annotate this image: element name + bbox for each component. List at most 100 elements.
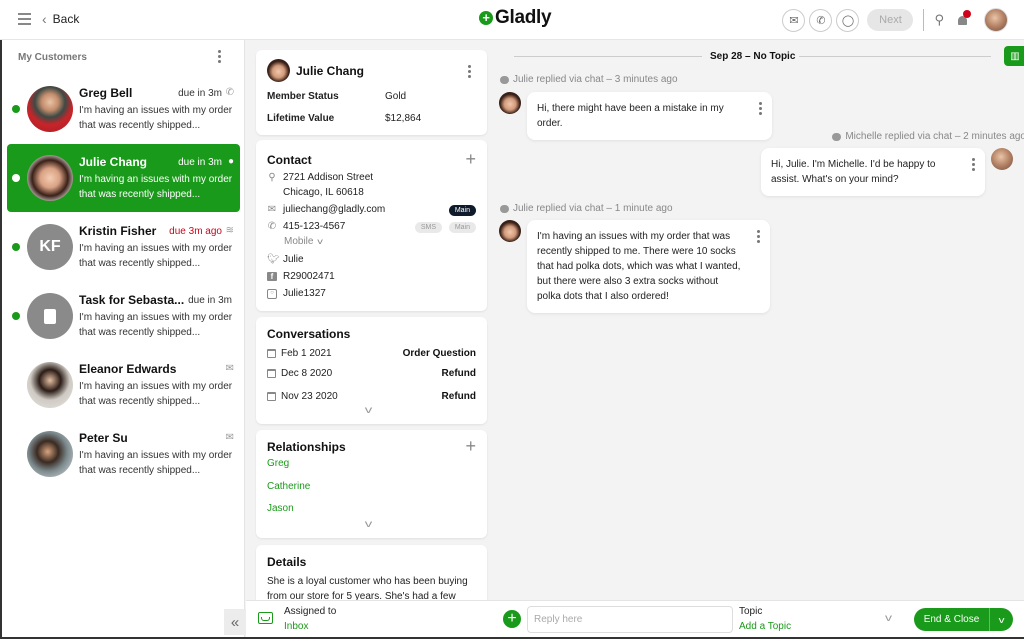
relationship-link[interactable]: Jason <box>267 503 294 514</box>
knowledge-base-icon[interactable]: ▥ <box>1004 46 1024 66</box>
end-close-dropdown-icon[interactable]: v <box>987 608 1013 631</box>
relationship-link[interactable]: Greg <box>267 458 289 469</box>
customer-list-item[interactable]: Peter Su ✉ I'm having an issues with my or… <box>7 420 240 488</box>
search-icon[interactable]: ⚲ <box>934 12 944 28</box>
conversations-title: Conversations <box>267 327 351 341</box>
header-divider <box>923 9 925 31</box>
expand-relationships-icon[interactable]: v <box>365 519 373 530</box>
end-close-label[interactable]: End & Close <box>914 608 990 631</box>
chat-icon[interactable]: ◯ <box>836 8 860 32</box>
phone-type-dropdown[interactable]: Mobile v <box>284 236 476 247</box>
conversations-card: Conversations Feb 1 2021 Order Question De… <box>256 317 487 424</box>
conversation-date[interactable]: Nov 23 2020 <box>267 391 338 402</box>
message-meta: Julie replied via chat – 1 minute ago <box>500 203 673 214</box>
menu-icon[interactable] <box>18 13 31 25</box>
bell-icon[interactable] <box>956 10 971 27</box>
relationships-title: Relationships <box>267 440 346 454</box>
notification-badge <box>963 10 971 18</box>
message-more-icon[interactable] <box>972 158 975 171</box>
customer-list-sidebar: My Customers Greg Bell due in 3m ✆ I'm havi… <box>2 40 246 637</box>
details-card: Details She is a loyal customer who has … <box>256 545 487 600</box>
add-attachment-button[interactable]: + <box>503 610 521 628</box>
address-line1: 2721 Addison Street <box>283 172 374 183</box>
end-close-button[interactable]: End & Close v <box>914 608 1013 631</box>
chevron-left-icon: ‹ <box>42 11 47 27</box>
customer-avatar <box>27 293 73 339</box>
message-text: Hi, there might have been a mistake in m… <box>537 103 724 129</box>
logo-plus-icon: + <box>479 11 493 25</box>
message-preview: I'm having an issues with my order that … <box>79 381 233 407</box>
add-contact-icon[interactable]: + <box>465 150 476 168</box>
assigned-inbox-link[interactable]: Inbox <box>284 621 308 632</box>
message-more-icon[interactable] <box>759 102 762 115</box>
phone-icon: ✆ <box>225 87 234 98</box>
conversation-topic[interactable]: Refund <box>442 391 476 402</box>
message-bubble: I'm having an issues with my order that … <box>527 220 770 313</box>
sidebar-title: My Customers <box>18 52 87 63</box>
customer-list-item[interactable]: KF Kristin Fisher due 3m ago ≋ I'm having an… <box>7 213 240 281</box>
relationship-link[interactable]: Catherine <box>267 481 310 492</box>
chat-bubble-icon <box>500 75 509 84</box>
date-divider-line <box>514 56 702 57</box>
customer-name: Task for Sebasta... <box>79 293 185 307</box>
customer-avatar <box>27 155 73 201</box>
member-status-value: Gold <box>385 91 407 102</box>
chat-bubble-icon <box>500 204 509 213</box>
instagram-handle[interactable]: Julie1327 <box>283 288 326 299</box>
message-more-icon[interactable] <box>757 230 760 243</box>
profile-more-icon[interactable] <box>468 65 471 78</box>
online-indicator <box>12 174 20 182</box>
back-button[interactable]: ‹ Back <box>42 12 79 26</box>
customer-list-item[interactable]: Eleanor Edwards ✉ I'm having an issues wit… <box>7 351 240 419</box>
due-time: due in 3m <box>188 295 232 306</box>
calendar-icon <box>267 392 276 401</box>
phone-icon[interactable]: ✆ <box>809 8 833 32</box>
customer-list-item[interactable]: Task for Sebasta... due in 3m I'm having a… <box>7 282 240 350</box>
email-icon[interactable]: ✉ <box>782 8 806 32</box>
conversation-topic[interactable]: Refund <box>442 368 476 379</box>
online-indicator <box>12 312 20 320</box>
facebook-id[interactable]: R29002471 <box>283 271 335 282</box>
calendar-icon <box>267 369 276 378</box>
date-divider-label: Sep 28 – No Topic <box>710 51 796 62</box>
customer-avatar <box>27 362 73 408</box>
reply-input[interactable] <box>527 606 733 633</box>
more-options-icon[interactable] <box>218 50 222 63</box>
twitter-handle[interactable]: Julie <box>283 254 304 265</box>
conversation-date[interactable]: Dec 8 2020 <box>267 368 332 379</box>
collapse-sidebar-button[interactable]: « <box>224 609 246 635</box>
phone-type-value: Mobile <box>284 236 314 247</box>
profile-avatar <box>267 59 290 82</box>
add-relationship-icon[interactable]: + <box>465 437 476 455</box>
customer-list-item[interactable]: Greg Bell due in 3m ✆ I'm having an issues … <box>7 75 240 143</box>
chat-icon: ● <box>227 156 234 167</box>
sms-icon: ≋ <box>225 225 234 236</box>
expand-conversations-icon[interactable]: v <box>365 405 373 416</box>
conversation-date[interactable]: Feb 1 2021 <box>267 348 332 359</box>
top-bar: ‹ Back + Gladly ✉ ✆ ◯ Next ⚲ <box>0 0 1024 40</box>
conversation-date-text: Dec 8 2020 <box>281 368 333 379</box>
online-indicator <box>12 243 20 251</box>
message-meta: Michelle replied via chat – 2 minutes ag… <box>826 131 1024 142</box>
assigned-label: Assigned to <box>284 606 337 617</box>
user-avatar[interactable] <box>984 8 1008 32</box>
topic-dropdown-icon[interactable]: v <box>885 613 892 624</box>
add-topic-link[interactable]: Add a Topic <box>739 621 791 632</box>
details-text: She is a loyal customer who has been buy… <box>267 576 468 600</box>
customer-list-item[interactable]: Julie Chang due in 3m ● I'm having an issue… <box>7 144 240 212</box>
conversation-date-text: Feb 1 2021 <box>281 348 332 359</box>
composer-bar: Assigned to Inbox + Topic Add a Topic v … <box>246 600 1024 637</box>
phone-icon: ✆ <box>267 221 277 232</box>
email-value[interactable]: juliechang@gladly.com <box>283 204 385 215</box>
relationships-card: Relationships + Greg Catherine Jason v <box>256 430 487 538</box>
inbox-icon <box>258 612 273 624</box>
phone-value[interactable]: 415-123-4567 <box>283 221 345 232</box>
details-title: Details <box>267 555 307 569</box>
conversation-topic[interactable]: Order Question <box>403 348 476 359</box>
customer-name: Peter Su <box>79 431 128 445</box>
next-button[interactable]: Next <box>867 9 914 31</box>
phone-main-badge: Main <box>448 222 476 233</box>
calendar-icon <box>267 349 276 358</box>
facebook-icon: f <box>267 272 277 281</box>
customer-profile: Julie Chang Member Status Gold Lifetime … <box>246 40 496 600</box>
